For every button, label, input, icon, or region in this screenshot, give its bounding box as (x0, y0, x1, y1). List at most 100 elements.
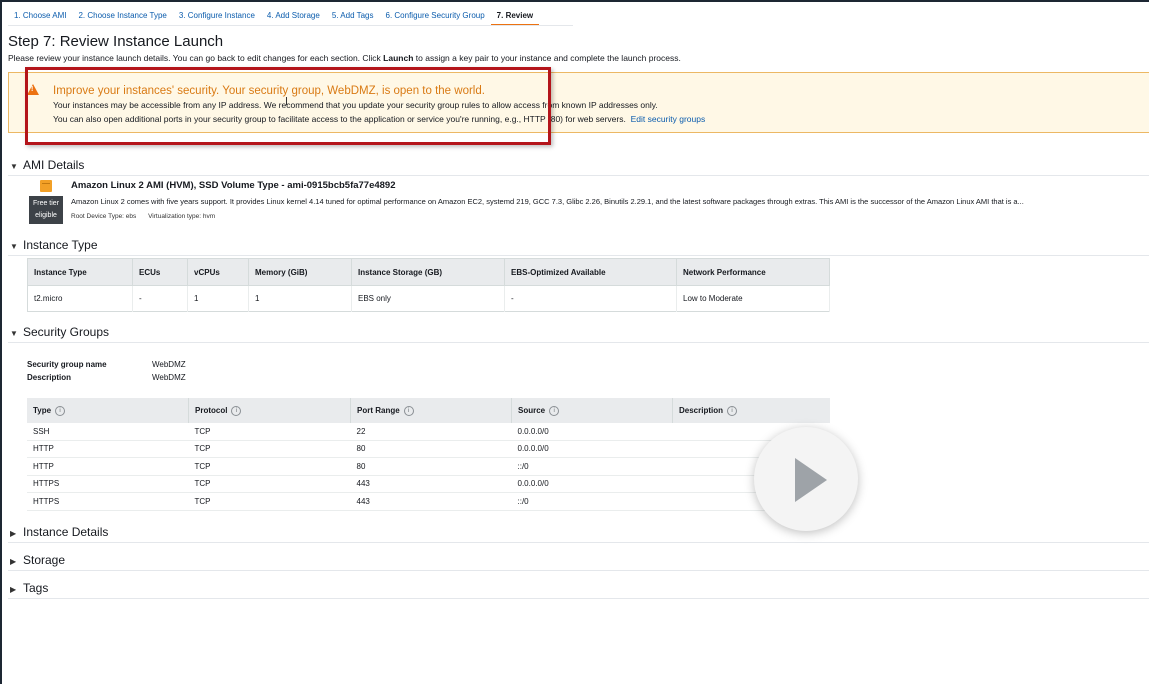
header-label: Description (679, 405, 724, 415)
table-cell: 0.0.0.0/0 (511, 423, 673, 441)
column-header: vCPUs (187, 258, 249, 286)
table-row: SSH TCP 22 0.0.0.0/0 (27, 423, 830, 441)
free-tier-line-2: eligible (35, 212, 57, 219)
tab-choose-instance-type[interactable]: 2. Choose Instance Type (72, 6, 172, 26)
table-cell: HTTPS (27, 492, 189, 511)
ami-cube-icon (40, 180, 52, 192)
table-cell: EBS only (351, 285, 505, 312)
free-tier-line-1: Free tier (32, 200, 60, 207)
section-security-groups[interactable]: ▼ Security Groups (8, 324, 1149, 343)
column-header: Memory (GiB) (248, 258, 352, 286)
table-cell: 443 (350, 475, 512, 493)
table-cell: TCP (188, 492, 351, 511)
table-cell: TCP (188, 457, 351, 476)
table-row: HTTP TCP 80 ::/0 (27, 457, 830, 476)
section-instance-details[interactable]: ▶ Instance Details (8, 524, 1149, 543)
table-cell: TCP (188, 440, 351, 458)
sg-name-value: WebDMZ (152, 360, 186, 369)
info-icon[interactable]: i (549, 405, 560, 416)
table-cell: 22 (350, 423, 512, 441)
table-cell: - (132, 285, 188, 312)
ami-description: Amazon Linux 2 comes with five years sup… (71, 197, 1024, 206)
header-label: Port Range (357, 405, 400, 415)
table-cell: 1 (248, 285, 352, 312)
sg-name-label: Security group name (27, 360, 107, 369)
table-cell: 0.0.0.0/0 (511, 475, 673, 493)
caret-down-icon: ▼ (10, 329, 18, 338)
info-icon[interactable]: i (727, 405, 738, 416)
column-header-protocol: Protocol i (188, 398, 351, 423)
table-row: HTTPS TCP 443 0.0.0.0/0 (27, 475, 830, 493)
table-cell: ::/0 (511, 492, 673, 511)
page-title: Step 7: Review Instance Launch (8, 33, 224, 50)
edit-security-groups-link[interactable]: Edit security groups (631, 114, 706, 124)
table-cell: Low to Moderate (676, 285, 830, 312)
table-header-row: Instance Type ECUs vCPUs Memory (GiB) In… (27, 258, 830, 286)
section-title: Security Groups (23, 325, 110, 339)
tab-configure-instance[interactable]: 3. Configure Instance (173, 6, 261, 26)
sg-description-value: WebDMZ (152, 373, 186, 382)
free-tier-badge: Free tier eligible (29, 196, 63, 224)
tab-review[interactable]: 7. Review (490, 6, 540, 26)
table-cell: 0.0.0.0/0 (511, 440, 673, 458)
ami-meta: Root Device Type: ebs Virtualization typ… (71, 213, 225, 220)
table-cell: TCP (188, 475, 351, 493)
table-cell: 80 (350, 457, 512, 476)
intro-launch-bold: Launch (383, 53, 414, 63)
caret-down-icon: ▼ (10, 242, 18, 251)
table-cell: HTTP (27, 440, 189, 458)
column-header: ECUs (132, 258, 188, 286)
intro-text: Please review your instance launch detai… (8, 53, 681, 63)
tab-choose-ami[interactable]: 1. Choose AMI (8, 6, 72, 26)
column-header-source: Source i (511, 398, 673, 423)
header-label: Protocol (195, 405, 228, 415)
column-header-description: Description i (672, 398, 830, 423)
table-row: HTTPS TCP 443 ::/0 (27, 492, 830, 511)
table-cell: ::/0 (511, 457, 673, 476)
caret-right-icon: ▶ (10, 585, 17, 594)
table-cell: TCP (188, 423, 351, 441)
section-title: AMI Details (23, 158, 85, 172)
tabs-divider (8, 25, 573, 26)
tab-configure-security-group[interactable]: 6. Configure Security Group (380, 6, 491, 26)
annotation-highlight-box (25, 67, 551, 145)
section-tags[interactable]: ▶ Tags (8, 580, 1149, 599)
wizard-tabs: 1. Choose AMI 2. Choose Instance Type 3.… (8, 6, 540, 26)
header-label: Type (33, 405, 52, 415)
caret-right-icon: ▶ (10, 529, 17, 538)
tab-add-storage[interactable]: 4. Add Storage (261, 6, 326, 26)
column-header-type: Type i (27, 398, 189, 423)
header-label: Source (518, 405, 546, 415)
table-cell: - (504, 285, 677, 312)
table-row: HTTP TCP 80 0.0.0.0/0 (27, 440, 830, 458)
table-cell: 443 (350, 492, 512, 511)
table-cell: HTTP (27, 457, 189, 476)
play-icon (795, 458, 827, 502)
virtualization-type: Virtualization type: hvm (148, 213, 216, 220)
info-icon[interactable]: i (55, 405, 66, 416)
table-cell: HTTPS (27, 475, 189, 493)
table-cell: 1 (187, 285, 249, 312)
table-cell: SSH (27, 423, 189, 441)
section-title: Instance Details (23, 525, 109, 539)
tab-add-tags[interactable]: 5. Add Tags (326, 6, 380, 26)
intro-before: Please review your instance launch detai… (8, 53, 384, 63)
play-video-button[interactable] (754, 427, 858, 531)
text-cursor (286, 97, 289, 105)
section-title: Storage (23, 553, 66, 567)
section-instance-type[interactable]: ▼ Instance Type (8, 237, 1149, 256)
table-cell: t2.micro (27, 285, 133, 312)
column-header-port-range: Port Range i (350, 398, 512, 423)
column-header: Instance Type (27, 258, 133, 286)
column-header: EBS-Optimized Available (504, 258, 677, 286)
table-row: t2.micro - 1 1 EBS only - Low to Moderat… (27, 285, 830, 312)
section-storage[interactable]: ▶ Storage (8, 552, 1149, 571)
column-header: Network Performance (676, 258, 830, 286)
section-ami-details[interactable]: ▼ AMI Details (8, 157, 1149, 176)
caret-right-icon: ▶ (10, 557, 17, 566)
intro-after: to assign a key pair to your instance an… (413, 53, 681, 63)
ami-name: Amazon Linux 2 AMI (HVM), SSD Volume Typ… (71, 180, 396, 191)
info-icon[interactable]: i (231, 405, 242, 416)
sg-description-label: Description (27, 373, 72, 382)
info-icon[interactable]: i (403, 405, 414, 416)
